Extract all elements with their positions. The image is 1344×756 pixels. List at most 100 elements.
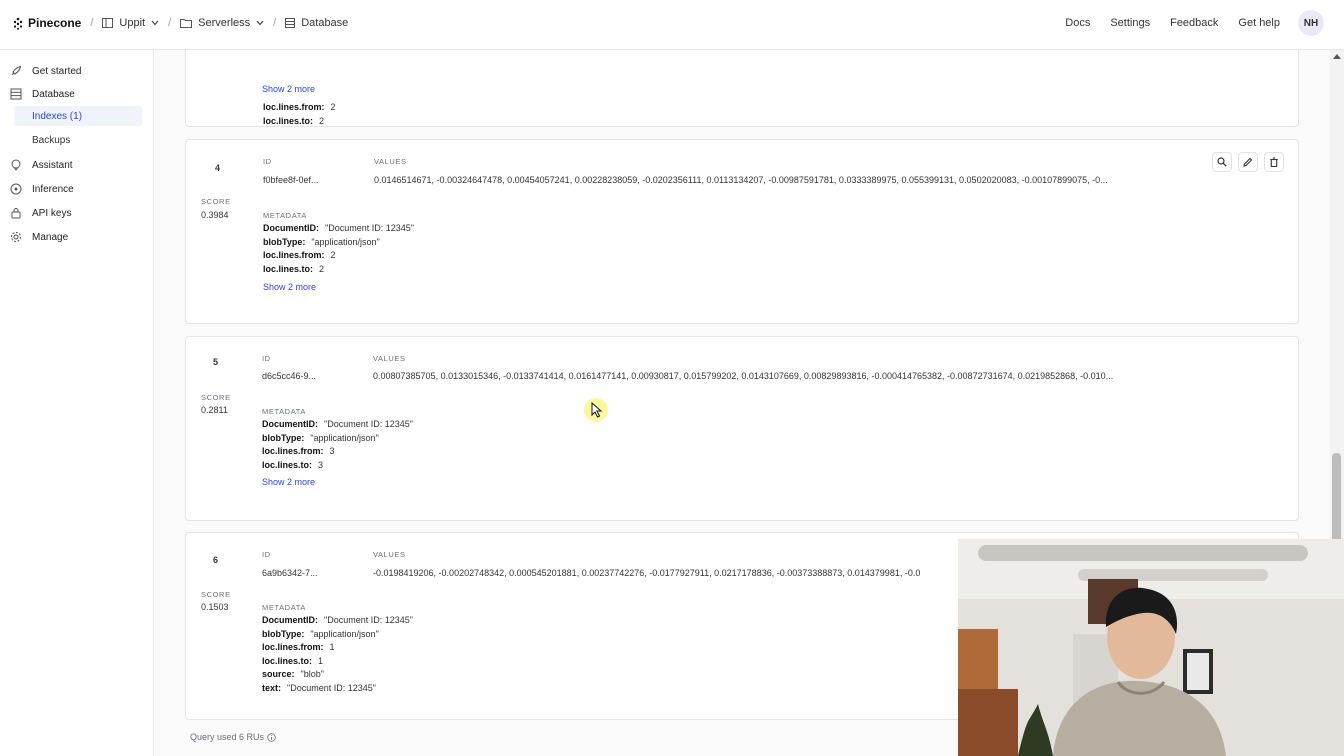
show-more-link[interactable]: Show 2 more: [263, 282, 316, 292]
edit-button[interactable]: [1238, 152, 1258, 172]
query-usage-note: Query used 6 RUs: [190, 732, 276, 742]
metadata-entry: loc.lines.to: 1: [262, 655, 324, 666]
vector-id[interactable]: 6a9b6342-7...: [262, 568, 318, 578]
metadata-entry: source: "blob": [262, 669, 324, 679]
delete-button[interactable]: [1264, 152, 1284, 172]
database-icon: [10, 88, 22, 100]
metadata-entry: loc.lines.from: 2: [263, 102, 336, 112]
metadata-entry: blobType: "application/json": [262, 628, 379, 639]
vector-values: 0.00807385705, 0.0133015346, -0.01337414…: [373, 371, 1114, 381]
breadcrumb: Pinecone / Uppit / Serverless / Database: [12, 16, 348, 30]
breadcrumb-separator: /: [273, 17, 277, 29]
sidebar-item-database[interactable]: Database: [10, 88, 75, 100]
result-card: 5 SCORE 0.2811 ID d6c5cc46-9... VALUES 0…: [185, 336, 1299, 521]
breadcrumb-database-label: Database: [301, 17, 349, 29]
assistant-icon: [11, 159, 21, 171]
show-more-link[interactable]: Show 2 more: [262, 477, 315, 487]
sidebar-item-assistant[interactable]: Assistant: [10, 159, 73, 171]
id-label: ID: [262, 550, 271, 559]
result-actions: [1206, 152, 1284, 172]
metadata-entry: blobType: "application/json": [263, 236, 380, 247]
lock-icon: [11, 208, 21, 219]
vector-values: -0.0198419206, -0.00202748342, 0.0005452…: [373, 568, 921, 578]
sidebar-item-api-keys[interactable]: API keys: [10, 207, 71, 219]
rocket-icon: [11, 65, 22, 76]
search-icon: [1217, 157, 1227, 167]
top-nav: Docs Settings Feedback Get help NH: [1045, 10, 1324, 36]
id-label: ID: [263, 157, 272, 166]
sidebar-item-backups[interactable]: Backups: [14, 130, 142, 150]
metadata-entry: DocumentID: "Document ID: 12345": [262, 419, 413, 429]
vector-id[interactable]: d6c5cc46-9...: [262, 371, 316, 381]
avatar[interactable]: NH: [1298, 10, 1324, 36]
sidebar: Get started Database Indexes (1) Backups…: [0, 50, 154, 756]
sidebar-item-label: Indexes (1): [32, 110, 83, 122]
sidebar-item-indexes[interactable]: Indexes (1): [14, 106, 142, 126]
breadcrumb-database[interactable]: Database: [285, 17, 348, 29]
breadcrumb-separator: /: [90, 17, 94, 29]
breadcrumb-org[interactable]: Uppit: [102, 17, 159, 29]
chevron-down-icon: [256, 20, 264, 26]
sidebar-item-label: Get started: [32, 65, 82, 77]
result-card-partial: loc.lines.from: 2 loc.lines.to: 2: [185, 50, 1299, 127]
gear-icon: [11, 232, 21, 242]
info-icon[interactable]: [267, 732, 276, 742]
metadata-label: METADATA: [262, 407, 306, 416]
score-label: SCORE: [201, 393, 231, 402]
metadata-entry: loc.lines.from: 3: [262, 446, 335, 456]
pinecone-logo-icon: [13, 17, 23, 30]
presenter-video-frame: [958, 539, 1344, 756]
sidebar-item-inference[interactable]: Inference: [10, 183, 74, 195]
docs-link[interactable]: Docs: [1065, 17, 1090, 29]
breadcrumb-separator: /: [168, 17, 172, 29]
pinecone-logo[interactable]: Pinecone: [12, 16, 81, 30]
metadata-entry: loc.lines.to: 3: [262, 459, 324, 470]
metadata-entry: loc.lines.from: 2: [263, 250, 336, 260]
breadcrumb-project[interactable]: Serverless: [180, 17, 264, 29]
result-rank: 5: [213, 357, 219, 367]
metadata-entry: loc.lines.to: 2: [263, 263, 325, 274]
org-icon: [102, 18, 114, 28]
get-help-link[interactable]: Get help: [1238, 17, 1280, 29]
metadata-label: METADATA: [263, 211, 307, 220]
show-more-link[interactable]: Show 2 more: [262, 84, 315, 94]
vector-id[interactable]: f0bfee8f-0ef...: [263, 175, 319, 185]
values-label: VALUES: [373, 550, 406, 559]
score-value: 0.3984: [201, 210, 229, 220]
sidebar-item-get-started[interactable]: Get started: [10, 65, 81, 77]
scrollbar-thumb[interactable]: [1332, 453, 1341, 553]
result-rank: 6: [213, 555, 219, 565]
inference-icon: [10, 183, 22, 195]
values-label: VALUES: [374, 157, 407, 166]
sidebar-item-label: Manage: [32, 231, 69, 243]
settings-link[interactable]: Settings: [1110, 17, 1150, 29]
metadata-label: METADATA: [262, 603, 306, 612]
feedback-link[interactable]: Feedback: [1170, 17, 1218, 29]
scroll-up-arrow-icon[interactable]: [1333, 54, 1341, 59]
presenter-webcam-overlay: [958, 539, 1344, 756]
result-card: 4 SCORE 0.3984 ID f0bfee8f-0ef... VALUES…: [185, 139, 1299, 324]
sidebar-item-manage[interactable]: Manage: [10, 231, 68, 243]
query-usage-text: Query used 6 RUs: [190, 732, 265, 742]
sidebar-item-label: Inference: [32, 183, 74, 195]
metadata-entry: DocumentID: "Document ID: 12345": [263, 223, 414, 233]
mouse-pointer-icon: [591, 402, 603, 418]
database-icon: [285, 18, 296, 28]
metadata-entry: DocumentID: "Document ID: 12345": [262, 615, 413, 625]
vector-values: 0.0146514671, -0.00324647478, 0.00454057…: [374, 175, 1108, 185]
score-label: SCORE: [201, 197, 231, 206]
sidebar-item-label: API keys: [32, 207, 72, 219]
trash-icon: [1270, 157, 1278, 167]
sidebar-item-label: Backups: [32, 134, 71, 146]
chevron-down-icon: [151, 20, 159, 26]
score-value: 0.1503: [201, 602, 229, 612]
score-label: SCORE: [201, 590, 231, 599]
sidebar-item-label: Assistant: [32, 159, 73, 171]
values-label: VALUES: [373, 354, 406, 363]
folder-icon: [180, 19, 193, 28]
pencil-icon: [1243, 157, 1253, 167]
sidebar-item-label: Database: [32, 88, 75, 100]
id-label: ID: [262, 354, 271, 363]
search-similar-button[interactable]: [1212, 152, 1232, 172]
breadcrumb-project-label: Serverless: [198, 17, 251, 29]
